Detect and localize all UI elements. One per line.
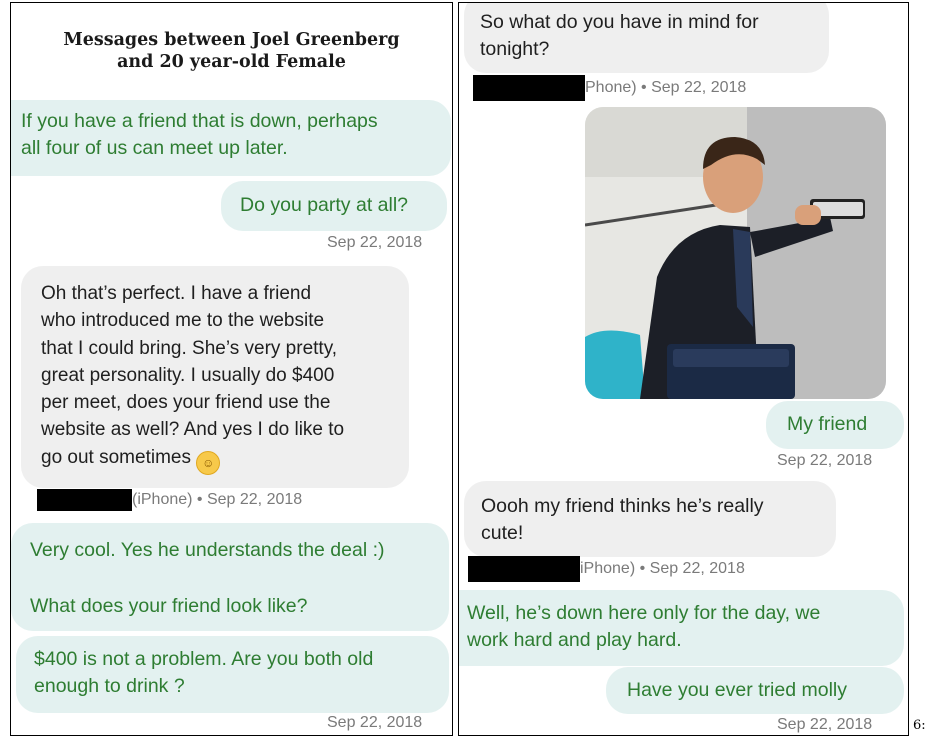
message-meta: Phone) • Sep 22, 2018 bbox=[473, 75, 746, 101]
sent-message-my-friend: My friend bbox=[766, 401, 904, 449]
message-line: website as well? And yes I do like to bbox=[41, 419, 345, 441]
message-line: So what do you have in mind for bbox=[480, 11, 759, 33]
sender-device-and-date: (iPhone) • Sep 22, 2018 bbox=[132, 491, 303, 509]
message-line: per meet, does your friend use the bbox=[41, 392, 331, 414]
page-title: Messages between Joel Greenberg and 20 y… bbox=[11, 29, 452, 73]
message-line: cute! bbox=[481, 522, 524, 544]
title-line-1: Messages between Joel Greenberg bbox=[63, 30, 400, 50]
sent-message-understands-deal: Very cool. Yes he understands the deal :… bbox=[11, 523, 449, 631]
received-message-friend: Oh that’s perfect. I have a friend who i… bbox=[21, 266, 409, 488]
message-meta: iPhone) • Sep 22, 2018 bbox=[468, 556, 745, 582]
sent-message-party: Do you party at all? bbox=[221, 181, 447, 231]
message-line: Oooh my friend thinks he’s really bbox=[481, 495, 764, 517]
title-line-2: and 20 year-old Female bbox=[117, 52, 346, 72]
message-timestamp: Sep 22, 2018 bbox=[327, 714, 423, 731]
sent-photo bbox=[585, 107, 886, 399]
message-line: go out sometimes ☺ bbox=[41, 444, 409, 475]
message-line: What does your friend look like? bbox=[30, 595, 308, 617]
smiling-face-emoji-icon: ☺ bbox=[196, 450, 221, 475]
received-message-cute: Oooh my friend thinks he’s really cute! bbox=[464, 481, 836, 557]
message-line: work hard and play hard. bbox=[467, 629, 682, 651]
sent-message-work-hard: Well, he’s down here only for the day, w… bbox=[459, 590, 904, 666]
sent-message-molly: Have you ever tried molly bbox=[606, 667, 904, 714]
photo-image bbox=[585, 107, 886, 399]
message-line: Oh that’s perfect. I have a friend bbox=[41, 283, 312, 304]
message-line: that I could bring. She’s very pretty, bbox=[41, 337, 338, 359]
message-line: $400 is not a problem. Are you both old bbox=[34, 648, 374, 670]
message-line: who introduced me to the website bbox=[41, 310, 325, 332]
message-line: enough to drink ? bbox=[34, 675, 185, 697]
sender-device-and-date: iPhone) • Sep 22, 2018 bbox=[580, 560, 745, 578]
sent-message-friend-down: If you have a friend that is down, perha… bbox=[11, 100, 451, 176]
received-message-tonight: So what do you have in mind for tonight? bbox=[464, 3, 829, 73]
sender-device-and-date: Phone) • Sep 22, 2018 bbox=[585, 79, 747, 97]
right-conversation-panel: So what do you have in mind for tonight?… bbox=[458, 2, 909, 736]
sent-message-old-enough: $400 is not a problem. Are you both old … bbox=[16, 636, 449, 713]
message-text: go out sometimes bbox=[41, 446, 191, 468]
redacted-sender-name bbox=[468, 556, 580, 582]
message-line: Well, he’s down here only for the day, w… bbox=[467, 602, 821, 624]
page-number: 6: bbox=[913, 718, 925, 733]
message-line: all four of us can meet up later. bbox=[21, 137, 288, 159]
message-line: great personality. I usually do $400 bbox=[41, 364, 335, 386]
message-text: My friend bbox=[787, 413, 868, 435]
message-line: If you have a friend that is down, perha… bbox=[21, 110, 378, 132]
message-text: Have you ever tried molly bbox=[627, 679, 848, 701]
message-line: tonight? bbox=[480, 38, 550, 60]
message-timestamp: Sep 22, 2018 bbox=[777, 716, 873, 733]
message-text: Do you party at all? bbox=[240, 194, 409, 216]
message-meta: (iPhone) • Sep 22, 2018 bbox=[37, 489, 302, 511]
message-line: Very cool. Yes he understands the deal :… bbox=[30, 539, 385, 561]
message-timestamp: Sep 22, 2018 bbox=[327, 234, 423, 251]
left-conversation-panel: Messages between Joel Greenberg and 20 y… bbox=[10, 2, 453, 736]
redacted-sender-name bbox=[37, 489, 132, 511]
message-timestamp: Sep 22, 2018 bbox=[777, 452, 873, 469]
redacted-sender-name bbox=[473, 75, 585, 101]
